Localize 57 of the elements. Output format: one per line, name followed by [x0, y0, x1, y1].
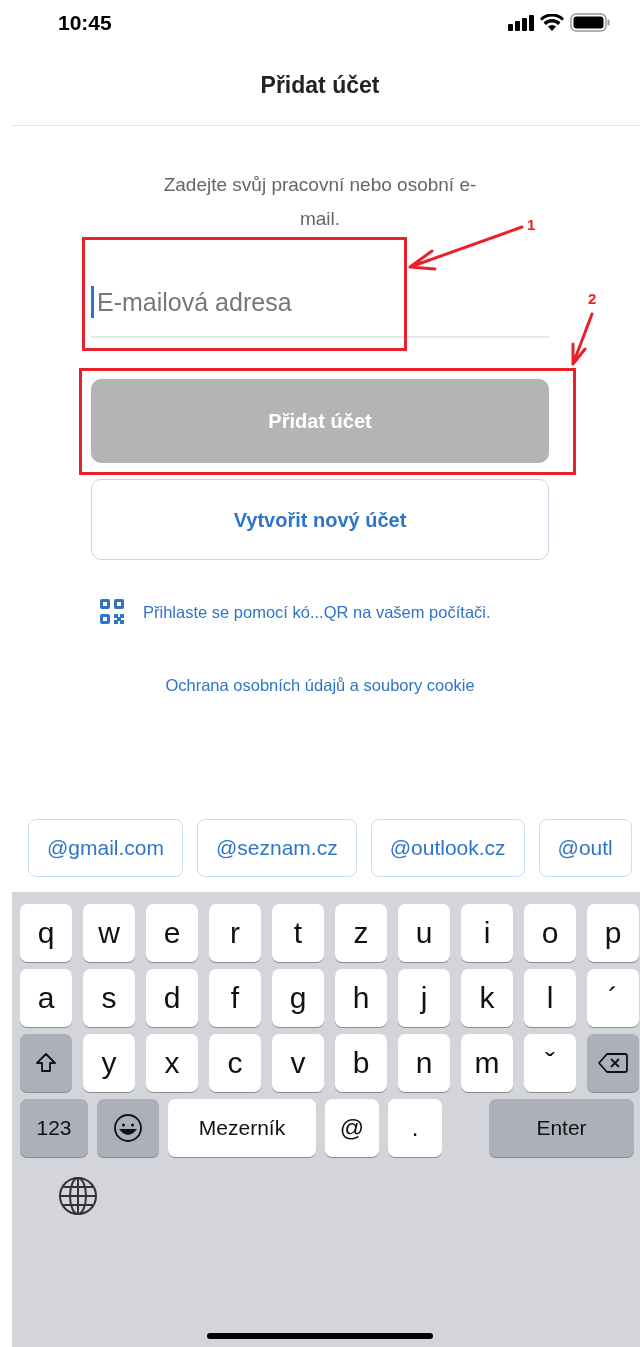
- keyboard-key[interactable]: z: [335, 903, 387, 962]
- keyboard-key[interactable]: k: [461, 968, 513, 1027]
- keyboard-key[interactable]: j: [398, 968, 450, 1027]
- keyboard-key[interactable]: ˇ: [524, 1033, 576, 1092]
- battery-icon: [570, 13, 610, 32]
- keyboard-key[interactable]: a: [20, 968, 72, 1027]
- shift-key[interactable]: [20, 1033, 72, 1092]
- keyboard-key[interactable]: i: [461, 903, 513, 962]
- keyboard-key[interactable]: u: [398, 903, 450, 962]
- keyboard-key[interactable]: p: [587, 903, 639, 962]
- header-title: Přidat účet: [260, 70, 380, 100]
- backspace-key[interactable]: [587, 1033, 639, 1092]
- status-time: 10:45: [58, 9, 112, 36]
- keyboard-key[interactable]: r: [209, 903, 261, 962]
- keyboard-key[interactable]: x: [146, 1033, 198, 1092]
- signal-icon: [508, 14, 534, 31]
- privacy-link[interactable]: Ochrana osobních údajů a soubory cookie: [165, 673, 475, 698]
- create-account-button[interactable]: Vytvořit nový účet: [91, 479, 549, 560]
- instruction-text: Zadejte svůj pracovní nebo osobní e-mail.: [162, 173, 478, 231]
- keyboard-key[interactable]: l: [524, 968, 576, 1027]
- backspace-icon: [598, 1051, 628, 1074]
- keyboard-key[interactable]: c: [209, 1033, 261, 1092]
- space-key[interactable]: Mezerník: [168, 1098, 316, 1157]
- enter-key[interactable]: Enter: [489, 1098, 634, 1157]
- keyboard-key[interactable]: f: [209, 968, 261, 1027]
- wifi-icon: [540, 14, 564, 31]
- keyboard-key[interactable]: g: [272, 968, 324, 1027]
- keyboard-key[interactable]: e: [146, 903, 198, 962]
- keyboard-key[interactable]: n: [398, 1033, 450, 1092]
- globe-icon[interactable]: [57, 1174, 99, 1217]
- keyboard-key[interactable]: o: [524, 903, 576, 962]
- numbers-key[interactable]: 123: [20, 1098, 88, 1157]
- domain-chip[interactable]: @seznam.cz: [197, 818, 357, 877]
- keyboard-key[interactable]: d: [146, 968, 198, 1027]
- qr-code-icon: [99, 598, 125, 626]
- keyboard-key[interactable]: s: [83, 968, 135, 1027]
- keyboard-key[interactable]: v: [272, 1033, 324, 1092]
- keyboard-key[interactable]: @: [325, 1098, 379, 1157]
- keyboard-key[interactable]: q: [20, 903, 72, 962]
- annotation-number: 2: [588, 289, 597, 309]
- keyboard-key[interactable]: .: [388, 1098, 442, 1157]
- keyboard-key[interactable]: b: [335, 1033, 387, 1092]
- shift-icon: [34, 1050, 58, 1075]
- domain-chip[interactable]: @outlook.cz: [370, 818, 525, 877]
- keyboard-key[interactable]: h: [335, 968, 387, 1027]
- email-input-field[interactable]: E-mailová adresa: [91, 268, 549, 338]
- domain-chip[interactable]: @outl: [538, 818, 632, 877]
- qr-sign-in-link[interactable]: Přihlaste se pomocí kó...QR na vašem počítači.: [143, 599, 491, 625]
- emoji-icon: [113, 1112, 143, 1143]
- annotation-number: 1: [527, 215, 536, 235]
- keyboard-key[interactable]: ´: [587, 968, 639, 1027]
- emoji-key[interactable]: [97, 1098, 159, 1157]
- keyboard-key[interactable]: m: [461, 1033, 513, 1092]
- keyboard-key[interactable]: w: [83, 903, 135, 962]
- keyboard-key[interactable]: t: [272, 903, 324, 962]
- domain-chip[interactable]: @gmail.com: [28, 818, 183, 877]
- keyboard-key[interactable]: y: [83, 1033, 135, 1092]
